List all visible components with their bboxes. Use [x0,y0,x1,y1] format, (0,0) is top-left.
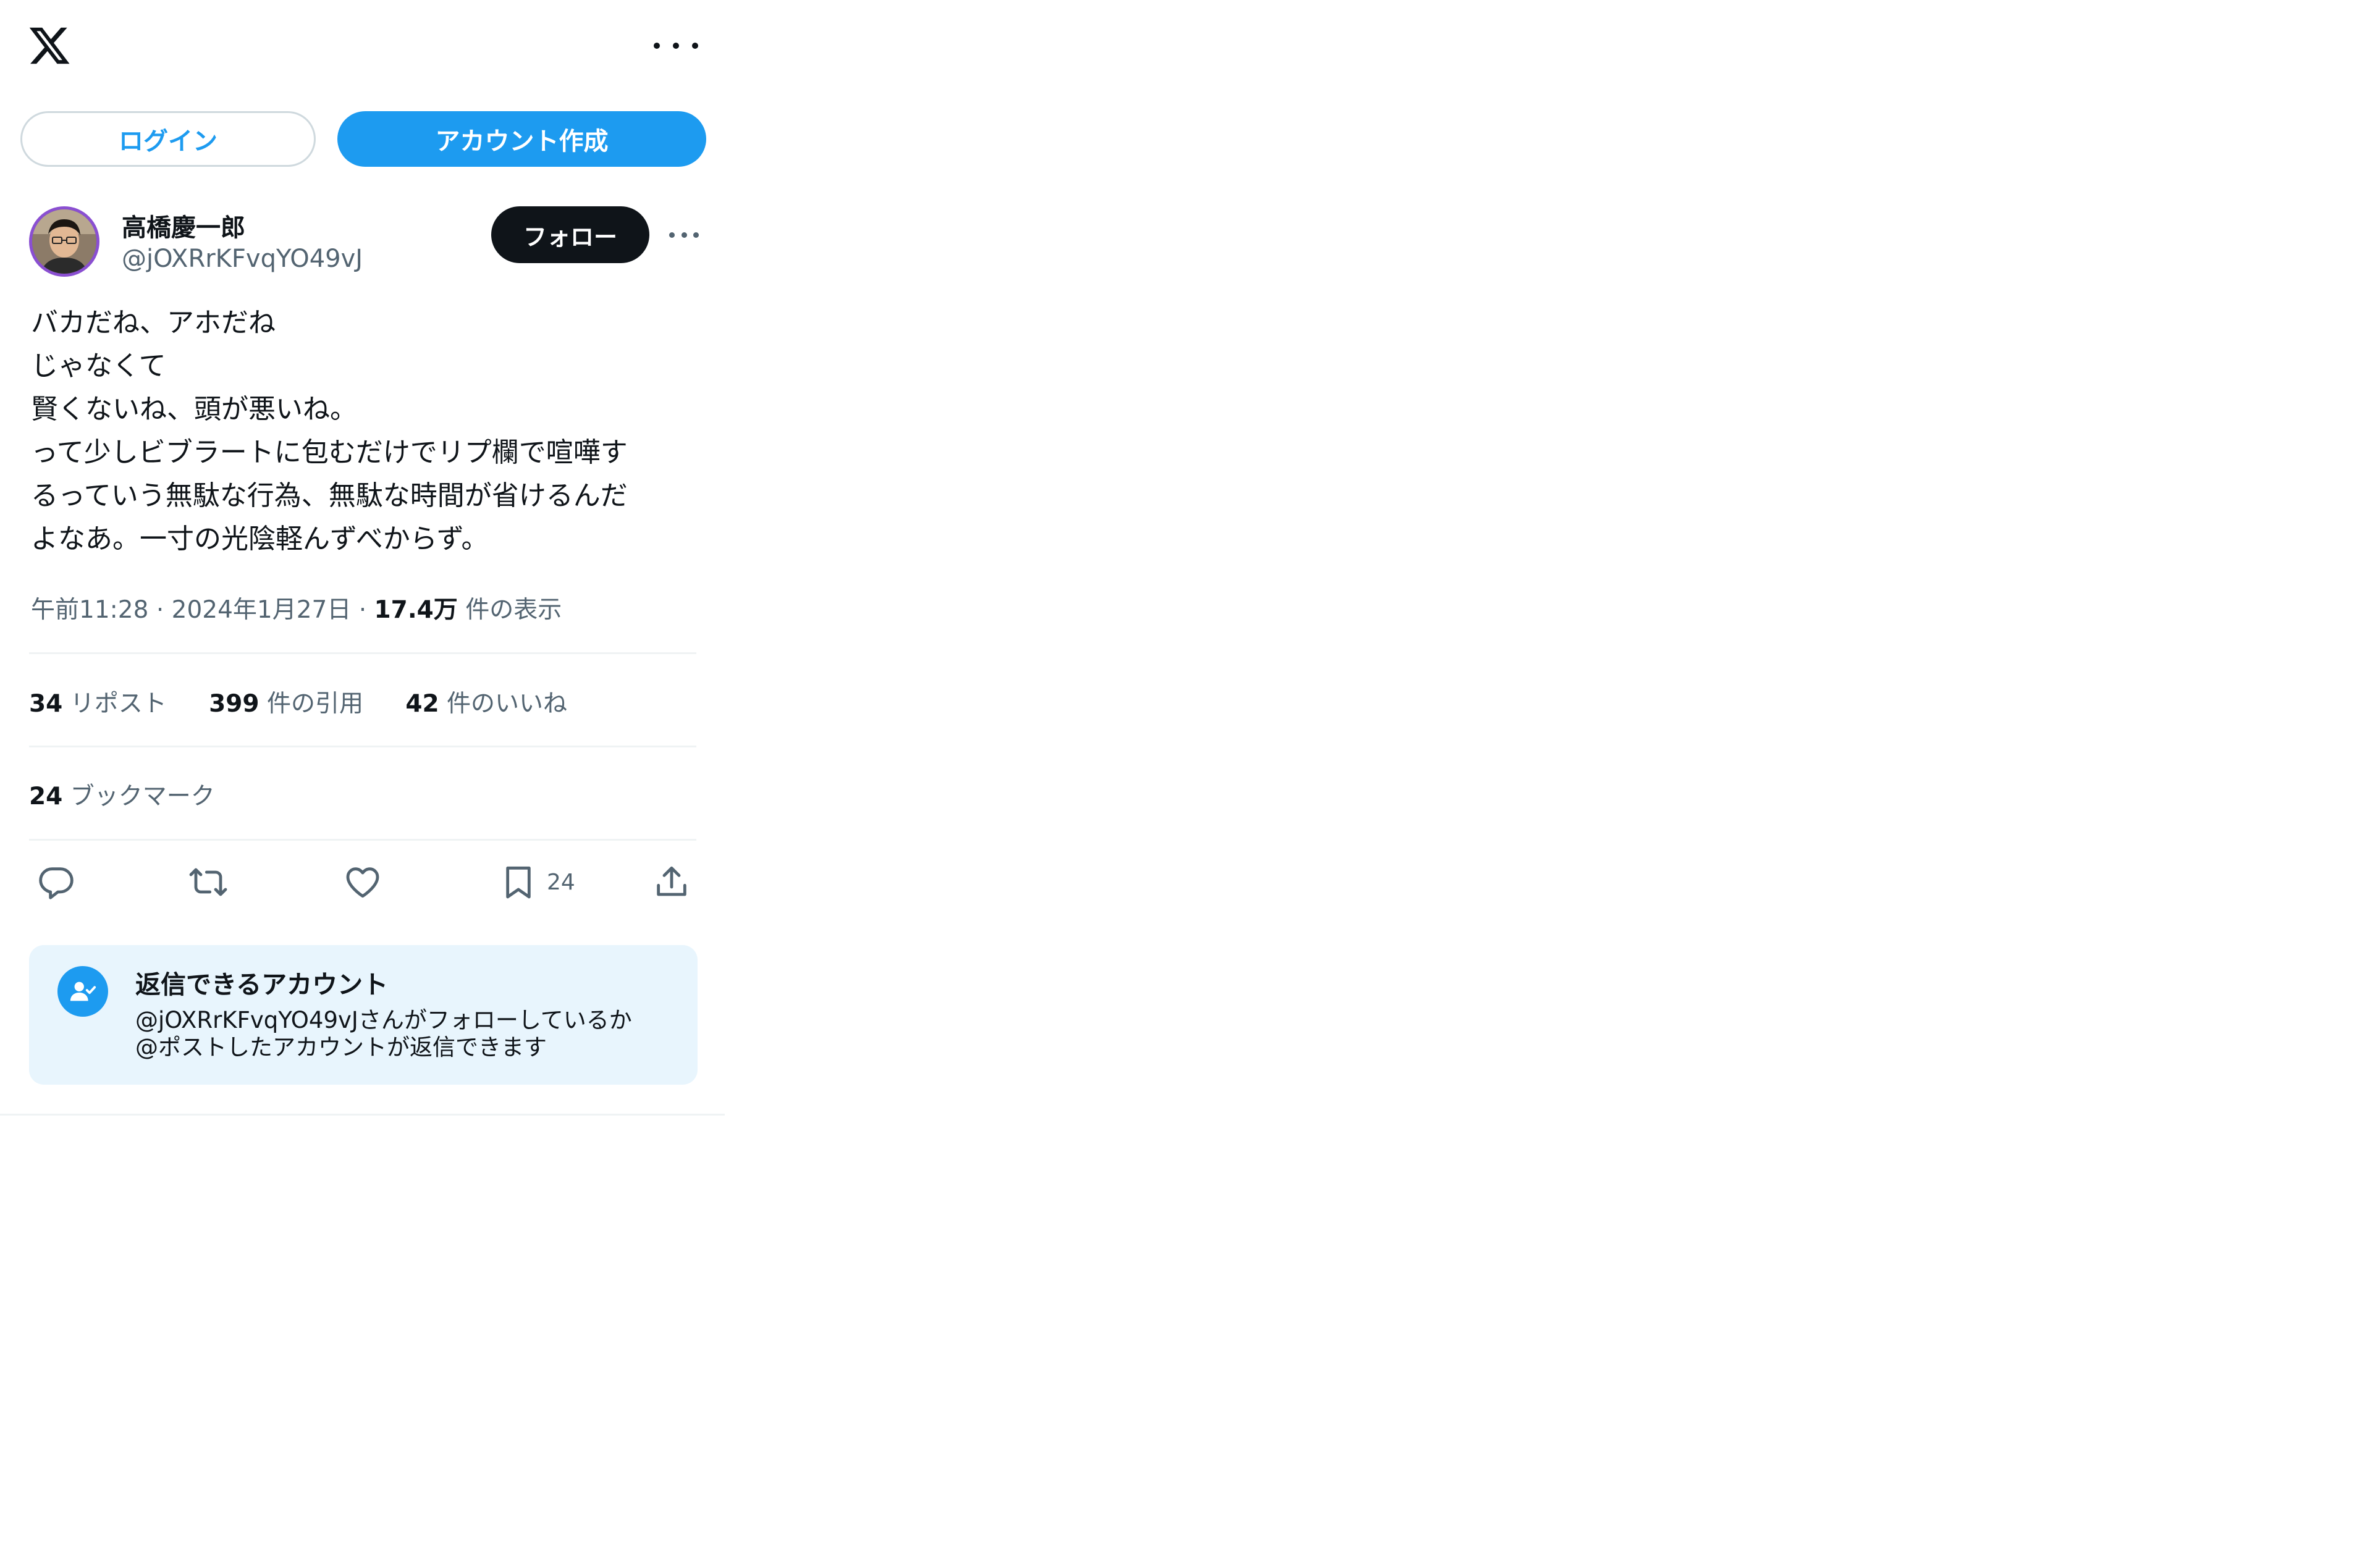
reply-restriction-notice: 返信できるアカウント @jOXRrKFvqYO49vJさんがフォローしているか … [29,945,698,1085]
reply-restriction-line2: @ポストしたアカウントが返信できます [135,1034,547,1061]
quotes-count: 399 [209,690,260,718]
author-handle[interactable]: @jOXRrKFvqYO49vJ [122,245,363,273]
share-icon [657,866,686,896]
follow-button[interactable]: フォロー [491,206,649,263]
more-horizontal-icon[interactable] [654,33,698,58]
engagement-stats: 34 リポスト 399 件の引用 42 件のいいね [29,684,602,719]
divider [29,839,696,841]
meta-separator: · [156,596,164,624]
author-name[interactable]: 高橋慶一郎 [122,208,245,243]
avatar-image [32,209,96,274]
reply-button[interactable] [36,859,76,906]
share-button[interactable] [652,859,691,906]
bookmarks-label: ブックマーク [70,783,215,810]
tweet-date[interactable]: 2024年1月27日 [172,596,352,624]
action-bar: 24 [29,859,703,906]
quotes-stat[interactable]: 399 件の引用 [209,690,363,718]
reposts-stat[interactable]: 34 リポスト [29,690,167,718]
quotes-label: 件の引用 [266,690,363,718]
more-options-icon[interactable] [669,229,699,241]
like-button[interactable] [343,859,382,906]
divider [29,746,696,747]
tweet-text: バカだね、アホだね じゃなくて 賢くないね、頭が悪いね。 って少しビブラートに包… [31,307,628,555]
divider [29,652,696,654]
repost-icon [189,868,227,896]
views-count: 17.4万 [374,596,458,624]
bookmark-icon [506,866,531,899]
bookmark-count: 24 [547,869,575,895]
bookmarks-count: 24 [29,783,63,810]
reply-restriction-description: @jOXRrKFvqYO49vJさんがフォローしているか @ポストしたアカウント… [135,1007,632,1061]
reply-icon [39,867,74,899]
meta-separator: · [358,596,367,624]
top-bar [0,0,725,93]
likes-label: 件のいいね [447,690,568,718]
user-check-icon [57,966,108,1017]
reposts-count: 34 [29,690,63,718]
likes-count: 42 [405,690,439,718]
repost-button[interactable] [188,859,228,906]
tweet-panel: ログイン アカウント作成 高橋慶一郎 @jOXRrKFvqYO49vJ フォロー… [0,0,725,1116]
reply-restriction-line1: @jOXRrKFvqYO49vJさんがフォローしているか [135,1007,632,1033]
likes-stat[interactable]: 42 件のいいね [405,690,567,718]
tweet-time[interactable]: 午前11:28 [31,596,148,624]
avatar[interactable] [29,206,99,277]
bookmark-button[interactable]: 24 [499,859,575,906]
tweet-header: 高橋慶一郎 @jOXRrKFvqYO49vJ フォロー [29,206,703,283]
tweet-meta: 午前11:28 · 2024年1月27日 · 17.4万 件の表示 [31,591,562,625]
reply-restriction-title: 返信できるアカウント [135,970,389,999]
create-account-button[interactable]: アカウント作成 [337,111,706,167]
reposts-label: リポスト [70,690,167,718]
auth-buttons: ログイン アカウント作成 [20,111,706,168]
heart-icon [346,867,379,898]
bookmarks-stat: 24 ブックマーク [29,777,215,812]
views-label: 件の表示 [465,596,562,624]
x-logo-icon[interactable] [27,23,72,68]
login-button[interactable]: ログイン [20,111,316,167]
